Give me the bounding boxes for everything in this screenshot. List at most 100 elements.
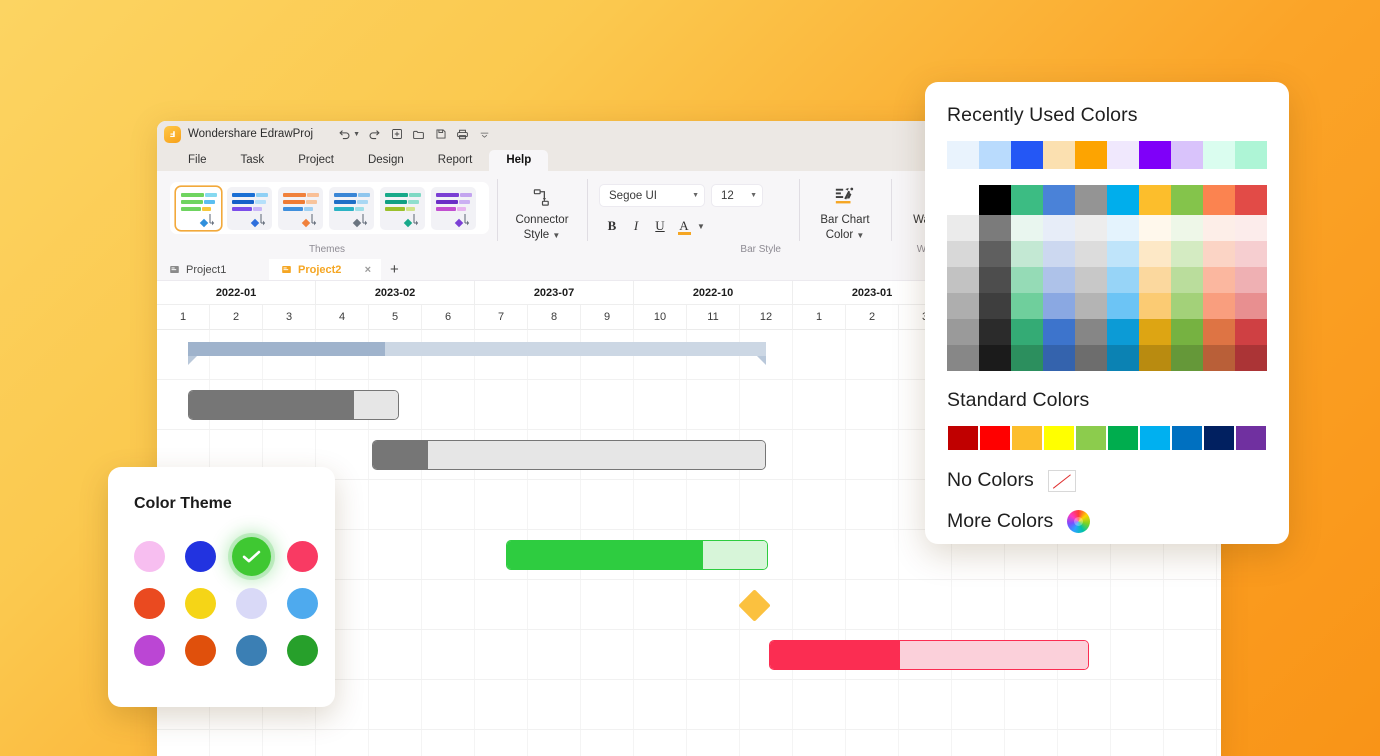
theme-color-swatch[interactable]: [1107, 185, 1139, 215]
font-size-select[interactable]: 12 ▼: [711, 184, 763, 207]
theme-color-swatch[interactable]: [1043, 293, 1075, 319]
theme-color-swatch[interactable]: [1043, 215, 1075, 241]
theme-color-swatch[interactable]: [1171, 215, 1203, 241]
theme-thumbnail-theme-orange[interactable]: [278, 186, 323, 230]
menu-item-design[interactable]: Design: [351, 150, 421, 171]
menu-item-project[interactable]: Project: [281, 150, 351, 171]
recent-color-swatch[interactable]: [1043, 141, 1075, 169]
theme-color-swatch[interactable]: [979, 215, 1011, 241]
theme-color-swatch[interactable]: [1107, 319, 1139, 345]
theme-dot-pink-light[interactable]: [134, 541, 165, 572]
theme-color-swatch[interactable]: [979, 185, 1011, 215]
recent-color-swatch[interactable]: [1107, 141, 1139, 169]
document-tab-project2[interactable]: Project2 ×: [269, 259, 381, 280]
theme-color-swatch[interactable]: [979, 345, 1011, 371]
theme-color-swatch[interactable]: [1011, 267, 1043, 293]
italic-button[interactable]: I: [625, 215, 647, 237]
theme-dot-blue[interactable]: [185, 541, 216, 572]
theme-color-swatch[interactable]: [1171, 345, 1203, 371]
theme-thumbnail-theme-blue[interactable]: [227, 186, 272, 230]
theme-dot-lavender[interactable]: [236, 588, 267, 619]
undo-icon[interactable]: [334, 124, 355, 144]
theme-color-swatch[interactable]: [947, 319, 979, 345]
theme-color-swatch[interactable]: [1043, 241, 1075, 267]
theme-color-swatch[interactable]: [979, 293, 1011, 319]
theme-color-swatch[interactable]: [1139, 215, 1171, 241]
theme-color-swatch[interactable]: [1171, 185, 1203, 215]
theme-color-swatch[interactable]: [947, 267, 979, 293]
theme-thumbnail-theme-teal[interactable]: [380, 186, 425, 230]
theme-color-swatch[interactable]: [1107, 241, 1139, 267]
theme-color-swatch[interactable]: [1235, 267, 1267, 293]
theme-color-swatch[interactable]: [947, 345, 979, 371]
theme-color-swatch[interactable]: [1203, 215, 1235, 241]
recent-color-swatch[interactable]: [1011, 141, 1043, 169]
recent-color-swatch[interactable]: [947, 141, 979, 169]
save-icon[interactable]: [430, 124, 451, 144]
task-bar-row-2[interactable]: [372, 440, 766, 470]
standard-color-swatch[interactable]: [1075, 425, 1107, 451]
theme-color-swatch[interactable]: [1011, 241, 1043, 267]
menu-item-task[interactable]: Task: [224, 150, 282, 171]
redo-icon[interactable]: [364, 124, 385, 144]
theme-color-swatch[interactable]: [1075, 215, 1107, 241]
theme-color-swatch[interactable]: [1139, 185, 1171, 215]
add-document-tab-button[interactable]: +: [381, 259, 408, 280]
undo-caret-icon[interactable]: ▼: [353, 131, 360, 138]
theme-dot-sky[interactable]: [287, 588, 318, 619]
theme-color-swatch[interactable]: [1139, 241, 1171, 267]
print-icon[interactable]: [452, 124, 473, 144]
font-color-caret-icon[interactable]: ▼: [697, 222, 705, 231]
theme-color-swatch[interactable]: [947, 215, 979, 241]
theme-color-swatch[interactable]: [1043, 345, 1075, 371]
theme-color-swatch[interactable]: [1075, 319, 1107, 345]
font-name-select[interactable]: Segoe UI ▼: [599, 184, 705, 207]
theme-color-swatch[interactable]: [1139, 345, 1171, 371]
bold-button[interactable]: B: [601, 215, 623, 237]
theme-color-swatch[interactable]: [1235, 215, 1267, 241]
theme-color-swatch[interactable]: [1107, 267, 1139, 293]
theme-color-swatch[interactable]: [1235, 319, 1267, 345]
standard-color-swatch[interactable]: [1043, 425, 1075, 451]
standard-color-swatch[interactable]: [947, 425, 979, 451]
theme-dot-rose[interactable]: [287, 541, 318, 572]
underline-button[interactable]: U: [649, 215, 671, 237]
theme-color-swatch[interactable]: [1203, 345, 1235, 371]
theme-color-swatch[interactable]: [1075, 267, 1107, 293]
task-bar-row-pink[interactable]: [769, 640, 1089, 670]
theme-thumbnail-theme-steel[interactable]: [329, 186, 374, 230]
theme-dot-yellow[interactable]: [185, 588, 216, 619]
theme-color-swatch[interactable]: [1139, 267, 1171, 293]
theme-color-swatch[interactable]: [1011, 185, 1043, 215]
recent-color-swatch[interactable]: [1075, 141, 1107, 169]
theme-color-swatch[interactable]: [1139, 293, 1171, 319]
color-wheel-icon[interactable]: [1067, 510, 1091, 533]
theme-dot-emerald[interactable]: [287, 635, 318, 666]
theme-color-swatch[interactable]: [947, 293, 979, 319]
theme-color-swatch[interactable]: [1235, 241, 1267, 267]
theme-color-swatch[interactable]: [1171, 241, 1203, 267]
summary-bar-row[interactable]: [188, 342, 766, 365]
recent-color-swatch[interactable]: [979, 141, 1011, 169]
theme-color-swatch[interactable]: [1011, 319, 1043, 345]
recent-color-swatch[interactable]: [1235, 141, 1267, 169]
theme-dot-steel-blue[interactable]: [236, 635, 267, 666]
theme-color-swatch[interactable]: [1171, 293, 1203, 319]
standard-color-swatch[interactable]: [1011, 425, 1043, 451]
theme-color-swatch[interactable]: [1171, 267, 1203, 293]
menu-item-report[interactable]: Report: [421, 150, 490, 171]
theme-color-swatch[interactable]: [1235, 345, 1267, 371]
more-colors-row[interactable]: More Colors: [947, 510, 1267, 533]
theme-color-swatch[interactable]: [979, 241, 1011, 267]
task-bar-row-green[interactable]: [506, 540, 768, 570]
theme-color-swatch[interactable]: [1011, 215, 1043, 241]
standard-color-swatch[interactable]: [979, 425, 1011, 451]
standard-color-swatch[interactable]: [1171, 425, 1203, 451]
theme-color-swatch[interactable]: [1107, 345, 1139, 371]
menu-item-file[interactable]: File: [171, 150, 224, 171]
theme-dot-orange-dark[interactable]: [185, 635, 216, 666]
no-colors-swatch-icon[interactable]: [1047, 469, 1076, 492]
standard-color-swatch[interactable]: [1139, 425, 1171, 451]
theme-color-swatch[interactable]: [1203, 185, 1235, 215]
document-tab-close-icon[interactable]: ×: [365, 264, 371, 276]
